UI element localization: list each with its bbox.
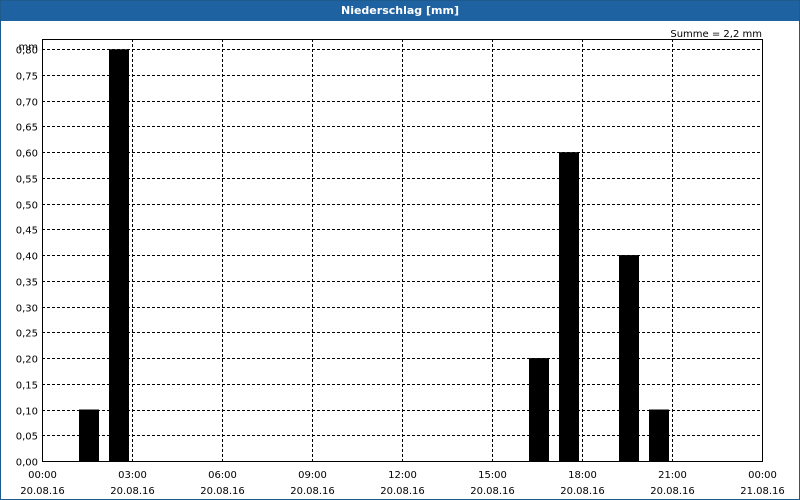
x-tick-date: 20.08.16: [110, 486, 155, 497]
y-tick-label: 0,30: [16, 304, 38, 315]
y-tick-label: 0,60: [16, 149, 38, 160]
x-tick-time: 12:00: [388, 470, 417, 481]
x-tick-time: 18:00: [568, 470, 597, 481]
x-tick-date: 20.08.16: [200, 486, 245, 497]
precip-bar: [619, 255, 639, 461]
x-tick-time: 03:00: [118, 470, 147, 481]
y-tick-label: 0,20: [16, 355, 38, 366]
precip-bar: [559, 152, 579, 461]
grid-lines: [42, 39, 762, 461]
y-tick-label: 0,45: [16, 226, 38, 237]
x-tick-date: 20.08.16: [650, 486, 695, 497]
y-tick-label: 0,80: [16, 46, 38, 57]
precip-bar: [79, 409, 99, 461]
precip-bar: [109, 49, 129, 462]
y-tick-label: 0,15: [16, 381, 38, 392]
x-tick-labels: 00:00 20.08.16 03:00 20.08.16 06:00 20.08.16 0…: [20, 470, 785, 497]
window-title: Niederschlag [mm]: [1, 1, 799, 21]
x-tick-time: 00:00: [28, 470, 57, 481]
y-tick-label: 0,35: [16, 278, 38, 289]
precip-bar: [649, 409, 669, 461]
x-tick-time: 00:00: [748, 470, 777, 481]
x-tick-date: 20.08.16: [380, 486, 425, 497]
y-tick-label: 0,55: [16, 175, 38, 186]
x-tick-date: 21.08.16: [740, 486, 785, 497]
precipitation-chart: mm Summe = 2,2 mm 0,000,050,100,150,200,…: [16, 29, 785, 497]
x-tick-date: 20.08.16: [560, 486, 605, 497]
y-tick-label: 0,00: [16, 458, 38, 469]
y-tick-label: 0,70: [16, 98, 38, 109]
x-tick-time: 06:00: [208, 470, 237, 481]
x-tick-date: 20.08.16: [470, 486, 515, 497]
x-tick-time: 21:00: [658, 470, 687, 481]
y-tick-label: 0,75: [16, 72, 38, 83]
x-tick-time: 09:00: [298, 470, 327, 481]
x-tick-date: 20.08.16: [20, 486, 65, 497]
x-tick-date: 20.08.16: [290, 486, 335, 497]
y-tick-label: 0,10: [16, 407, 38, 418]
chart-window: Niederschlag [mm] mm Summe = 2,2 mm 0,00…: [0, 0, 800, 500]
y-tick-label: 0,05: [16, 432, 38, 443]
x-tick-time: 15:00: [478, 470, 507, 481]
y-tick-label: 0,40: [16, 252, 38, 263]
y-tick-label: 0,50: [16, 201, 38, 212]
y-tick-label: 0,65: [16, 123, 38, 134]
sum-label: Summe = 2,2 mm: [670, 29, 762, 40]
precip-bar: [529, 358, 549, 461]
y-tick-labels: 0,00 0,05 0,10 0,15 0,20 0,25 0,30 0,35 0,40 0,45…: [16, 46, 38, 469]
y-tick-label: 0,25: [16, 329, 38, 340]
